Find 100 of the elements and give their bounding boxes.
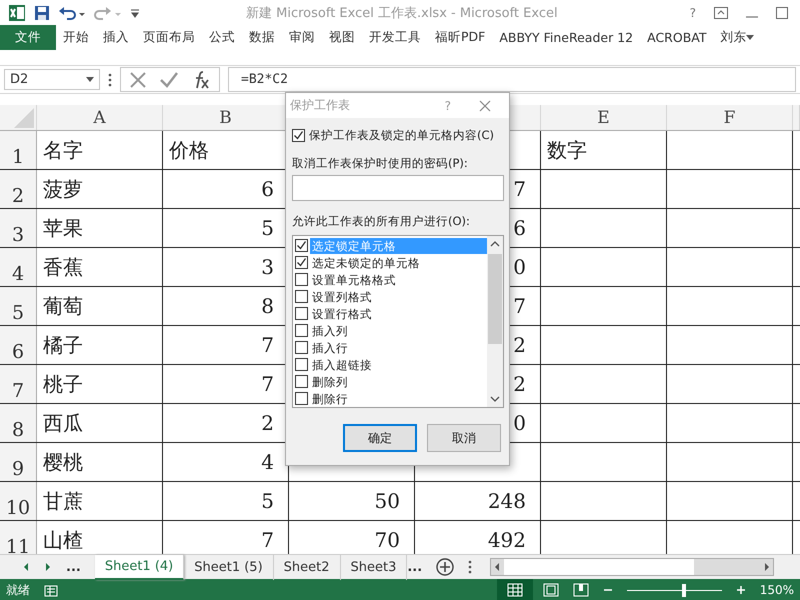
table-cell: 7 — [261, 528, 274, 552]
excel-logo-icon[interactable] — [8, 4, 26, 22]
table-cell: 4 — [261, 450, 274, 474]
list-item[interactable]: 选定未锁定的单元格 — [310, 254, 487, 270]
list-item[interactable]: 插入超链接 — [310, 356, 487, 372]
list-item[interactable]: 插入行 — [310, 340, 487, 356]
close-icon[interactable] — [479, 100, 491, 112]
dialog-button[interactable]: 取消 — [427, 424, 501, 452]
table-cell: 50 — [374, 489, 400, 513]
table-cell: 8 — [261, 294, 274, 318]
list-item[interactable]: 设置单元格格式 — [310, 272, 487, 288]
enter-icon[interactable] — [159, 70, 179, 88]
horizontal-scrollbar[interactable] — [490, 558, 774, 576]
dialog-button[interactable]: 确定 — [343, 424, 417, 452]
checkbox[interactable] — [295, 324, 308, 337]
cancel-icon[interactable] — [129, 70, 147, 88]
undo-icon[interactable] — [58, 4, 86, 20]
ribbon-tab[interactable]: 插入 — [96, 25, 136, 50]
checkbox[interactable] — [295, 273, 308, 286]
table-cell: 山楂 — [43, 526, 83, 554]
formula-field[interactable]: =B2*C2 — [228, 67, 796, 92]
checkbox-label[interactable]: 保护工作表及锁定的单元格内容(C) — [309, 128, 494, 143]
table-cell: 3 — [261, 255, 274, 279]
ribbon-tab[interactable]: 数据 — [242, 25, 282, 50]
customize-icon[interactable] — [130, 6, 140, 18]
password-field[interactable] — [292, 175, 504, 201]
ribbon-tab[interactable]: 公式 — [202, 25, 242, 50]
vertical-scrollbar[interactable] — [487, 236, 503, 407]
ribbon-tab[interactable]: ABBYY FineReader 12 — [492, 25, 640, 50]
table-cell: 248 — [488, 489, 526, 513]
maximize-icon[interactable] — [776, 6, 788, 18]
list-item[interactable]: 设置行格式 — [310, 306, 487, 322]
table-cell: 70 — [374, 528, 400, 552]
zoom-slider-thumb[interactable] — [682, 584, 686, 596]
table-cell: 2 — [513, 333, 526, 357]
checkbox[interactable] — [295, 239, 308, 252]
table-cell: 5 — [261, 489, 274, 513]
list-item[interactable]: 插入列 — [310, 322, 487, 338]
file-tab[interactable]: 文件 — [0, 25, 56, 50]
caret-icon[interactable] — [86, 76, 94, 82]
ribbon-tab[interactable]: 开始 — [56, 25, 96, 50]
table-cell: 甘蔗 — [43, 488, 83, 514]
normal-view-icon[interactable] — [506, 583, 523, 597]
sheet-tab[interactable]: Sheet1 (4) — [94, 554, 184, 580]
more-icon — [468, 560, 472, 574]
list-item[interactable]: 删除行 — [310, 390, 487, 406]
more-icon — [108, 72, 112, 86]
ribbon-tab[interactable]: 审阅 — [282, 25, 322, 50]
field-label: 允许此工作表的所有用户进行(O): — [292, 214, 471, 229]
column-header[interactable]: F — [724, 108, 736, 128]
add-sheet-icon[interactable] — [436, 558, 454, 576]
checkbox[interactable] — [295, 307, 308, 320]
table-cell: 0 — [513, 411, 526, 435]
table-cell: 492 — [488, 528, 526, 552]
checkbox[interactable] — [295, 392, 308, 405]
ribbon-tab[interactable]: 页面布局 — [136, 25, 202, 50]
column-header[interactable]: E — [597, 108, 610, 128]
page-layout-icon[interactable] — [542, 583, 559, 597]
table-cell: 名字 — [43, 136, 83, 164]
table-cell: 7 — [261, 372, 274, 396]
status-text: 就绪 — [6, 582, 30, 598]
table-cell: 菠萝 — [43, 176, 83, 202]
more-sheets-button[interactable]: ... — [407, 560, 422, 574]
table-cell: 6 — [261, 177, 274, 201]
ribbon-tab[interactable]: ACROBAT — [640, 25, 714, 50]
save-icon[interactable] — [34, 4, 50, 20]
ribbon-display-icon[interactable] — [714, 6, 728, 18]
table-cell: 2 — [513, 372, 526, 396]
ribbon-tab[interactable]: 福昕PDF — [428, 25, 492, 50]
table-cell: 樱桃 — [43, 448, 83, 476]
ribbon-tab[interactable]: 视图 — [322, 25, 362, 50]
checkbox[interactable] — [292, 129, 305, 142]
list-item[interactable]: 设置列格式 — [310, 288, 487, 304]
checkbox[interactable] — [295, 256, 308, 269]
column-header[interactable]: A — [93, 108, 106, 128]
table-cell: 5 — [261, 216, 274, 240]
window-title: 新建 Microsoft Excel 工作表.xlsx - Microsoft Excel — [246, 4, 559, 22]
field-label: 取消工作表保护时使用的密码(P): — [292, 156, 469, 171]
scroll-left-icon[interactable] — [22, 562, 30, 572]
table-cell: 橘子 — [43, 332, 83, 358]
zoom-in-icon[interactable] — [736, 585, 746, 595]
help-button[interactable]: ? — [690, 6, 696, 20]
checkbox[interactable] — [295, 375, 308, 388]
scroll-right-icon[interactable] — [44, 562, 52, 572]
page-break-icon[interactable] — [572, 583, 589, 597]
user-menu[interactable]: 刘东 — [713, 25, 746, 50]
caret-icon[interactable] — [746, 34, 754, 40]
checkbox[interactable] — [295, 290, 308, 303]
zoom-level-text[interactable]: 150% — [760, 583, 800, 597]
checkbox[interactable] — [295, 341, 308, 354]
column-header[interactable]: B — [219, 108, 232, 128]
macro-record-icon[interactable] — [44, 583, 58, 597]
checkbox[interactable] — [295, 358, 308, 371]
list-item[interactable]: 删除列 — [310, 374, 487, 390]
table-cell: 苹果 — [43, 214, 83, 242]
ribbon-tab[interactable]: 开发工具 — [362, 25, 428, 50]
table-cell: 数字 — [547, 136, 587, 164]
more-sheets-button[interactable]: ... — [66, 560, 81, 574]
table-cell: 西瓜 — [43, 410, 83, 436]
name-box[interactable]: D2 — [10, 72, 28, 87]
